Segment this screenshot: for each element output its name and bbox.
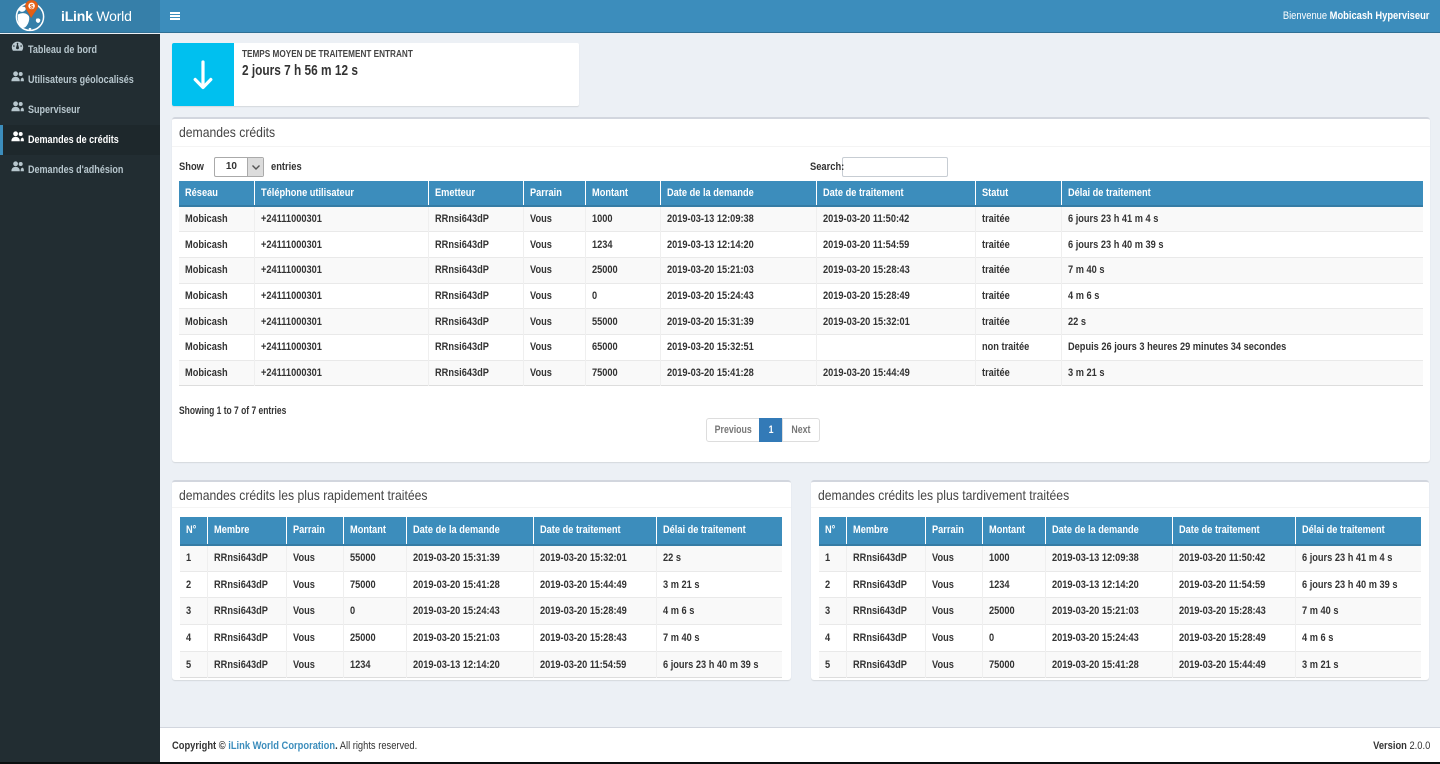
svg-text:$: $ [30,3,34,10]
